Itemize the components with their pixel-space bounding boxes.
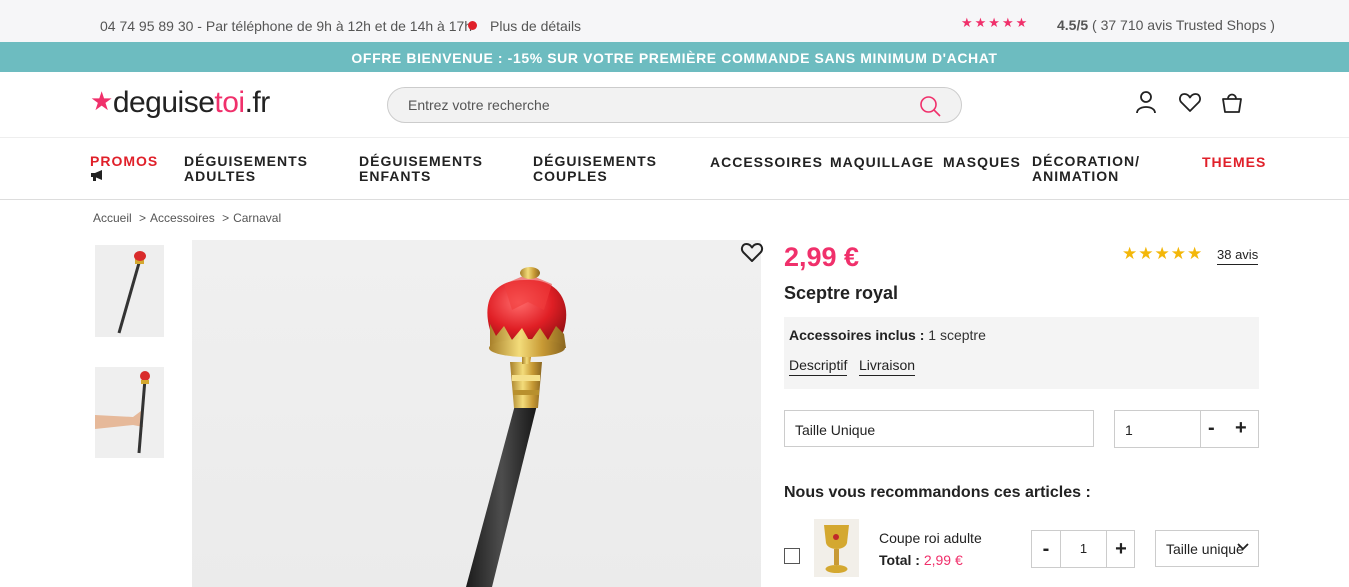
scepter-thumb-image <box>95 245 164 337</box>
red-dot-icon <box>468 21 477 30</box>
quantity-input[interactable]: 1 <box>1125 422 1133 438</box>
logo-text-1: deguise <box>112 86 215 119</box>
product-price: 2,99 € <box>784 242 860 272</box>
nav-masks[interactable]: MASQUES <box>943 155 1021 170</box>
site-header: ★deguisetoi.fr <box>0 72 1349 138</box>
breadcrumb: Accueil > Accessoires > Carnaval <box>93 211 285 225</box>
recommend-total-price: 2,99 € <box>923 552 963 568</box>
search-icon[interactable] <box>919 95 941 122</box>
reviews-link[interactable]: 38 avis <box>1217 247 1259 265</box>
recommend-quantity-stepper: - 1 + <box>1031 530 1135 568</box>
rating-count: ( 37 710 avis Trusted Shops ) <box>1088 17 1275 33</box>
product-title: Sceptre royal <box>784 283 899 303</box>
recommend-item-total: Total : 2,99 € <box>879 552 963 568</box>
logo-text-3: .fr <box>244 86 271 119</box>
nav-kids-l1: DÉGUISEMENTS <box>359 153 484 169</box>
accessories-value: 1 sceptre <box>924 327 986 343</box>
recommend-plus-button[interactable]: + <box>1106 531 1135 567</box>
nav-couple-costumes[interactable]: DÉGUISEMENTS COUPLES <box>533 154 657 184</box>
nav-deco-l1: DÉCORATION/ <box>1032 153 1140 169</box>
scepter-image <box>466 267 567 587</box>
accessories-included: Accessoires inclus : 1 sceptre <box>789 327 986 343</box>
nav-kids-l2: ENFANTS <box>359 168 432 184</box>
megaphone-icon <box>90 168 106 184</box>
recommend-checkbox[interactable] <box>784 548 800 564</box>
chevron-down-icon <box>1236 540 1250 557</box>
nav-accessories[interactable]: ACCESSOIRES <box>710 155 823 170</box>
site-logo[interactable]: ★deguisetoi.fr <box>90 86 270 120</box>
recommend-minus-button[interactable]: - <box>1032 531 1061 567</box>
goblet-image <box>824 525 849 573</box>
tab-delivery[interactable]: Livraison <box>859 357 916 376</box>
accessories-label: Accessoires inclus : <box>789 327 925 343</box>
breadcrumb-home[interactable]: Accueil <box>93 211 132 225</box>
product-info-box: Accessoires inclus : 1 sceptre Descripti… <box>784 317 1259 389</box>
nav-themes[interactable]: THEMES <box>1202 155 1266 170</box>
breadcrumb-carnaval[interactable]: Carnaval <box>233 211 281 225</box>
trusted-rating[interactable]: 4.5/5 ( 37 710 avis Trusted Shops ) <box>1057 17 1275 33</box>
main-product-image[interactable] <box>192 240 761 587</box>
nav-adult-costumes[interactable]: DÉGUISEMENTS ADULTES <box>184 154 308 184</box>
logo-star-icon: ★ <box>90 86 113 116</box>
cart-bag-icon[interactable] <box>1221 90 1243 119</box>
phone-info: 04 74 95 89 30 - Par téléphone de 9h à 1… <box>100 18 473 34</box>
rating-score: 4.5/5 <box>1057 17 1089 33</box>
logo-text-2: toi <box>214 86 245 119</box>
quantity-minus-button[interactable]: - <box>1208 417 1215 440</box>
nav-adult-l2: ADULTES <box>184 168 257 184</box>
recommend-size-value: Taille unique <box>1166 541 1244 557</box>
nav-kids-costumes[interactable]: DÉGUISEMENTS ENFANTS <box>359 154 483 184</box>
nav-adult-l1: DÉGUISEMENTS <box>184 153 309 169</box>
recommend-heading: Nous vous recommandons ces articles : <box>784 484 1091 501</box>
nav-makeup[interactable]: MAQUILLAGE <box>830 155 934 170</box>
quantity-plus-button[interactable]: + <box>1235 417 1247 440</box>
recommend-total-label: Total : <box>879 552 924 568</box>
recommend-quantity-input[interactable]: 1 <box>1061 531 1106 567</box>
divider <box>1200 411 1201 447</box>
top-info-bar: 04 74 95 89 30 - Par téléphone de 9h à 1… <box>0 0 1349 42</box>
scepter-held-thumb-image <box>95 367 164 458</box>
thumbnail-1[interactable] <box>95 245 164 337</box>
details-link[interactable]: Plus de détails <box>490 18 581 34</box>
account-icon[interactable] <box>1135 90 1157 119</box>
nav-promos-label: PROMOS <box>90 153 159 169</box>
product-rating-stars: ★★★★★ <box>1122 244 1204 263</box>
recommend-item-name[interactable]: Coupe roi adulte <box>879 530 982 546</box>
search-input[interactable] <box>408 97 888 113</box>
promo-banner[interactable]: OFFRE BIENVENUE : -15% SUR VOTRE PREMIÈR… <box>0 42 1349 72</box>
breadcrumb-accessories[interactable]: Accessoires <box>150 211 215 225</box>
breadcrumb-sep: > <box>222 211 230 225</box>
nav-deco-l2: ANIMATION <box>1032 168 1120 184</box>
nav-promos[interactable]: PROMOS <box>90 154 158 184</box>
wishlist-heart-icon[interactable] <box>1178 90 1202 119</box>
recommend-item-image[interactable] <box>814 519 859 577</box>
size-select[interactable]: Taille Unique <box>784 410 1094 447</box>
tab-description[interactable]: Descriptif <box>789 357 848 376</box>
thumbnail-2[interactable] <box>95 367 164 458</box>
breadcrumb-sep: > <box>139 211 147 225</box>
nav-decoration[interactable]: DÉCORATION/ANIMATION <box>1032 154 1140 184</box>
nav-couple-l1: DÉGUISEMENTS <box>533 153 658 169</box>
quantity-stepper: 1 - + <box>1114 410 1259 448</box>
add-to-wishlist-heart-icon[interactable] <box>740 241 764 268</box>
trusted-stars: ★★★★★ <box>961 15 1030 30</box>
search-bar <box>387 87 962 123</box>
recommend-size-select[interactable]: Taille unique <box>1155 530 1259 567</box>
nav-couple-l2: COUPLES <box>533 168 608 184</box>
main-nav: PROMOS DÉGUISEMENTS ADULTES DÉGUISEMENTS E… <box>0 139 1349 200</box>
